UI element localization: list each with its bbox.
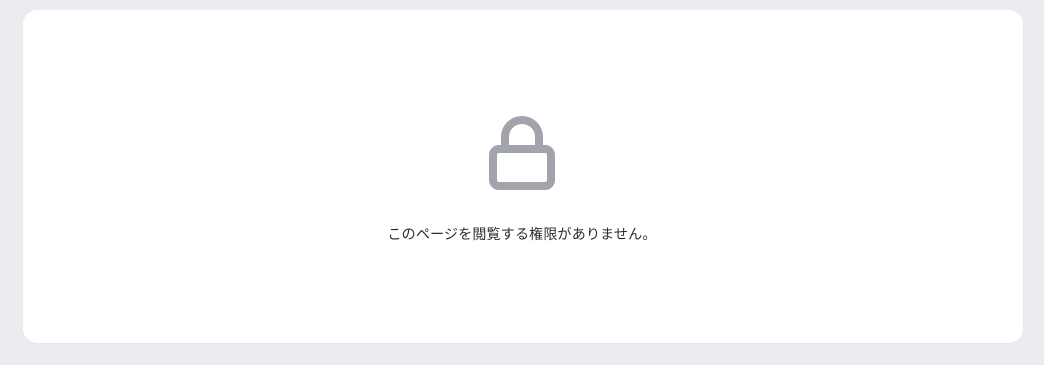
permission-message: このページを閲覧する権限がありません。 [387,227,657,243]
lock-icon [489,116,555,190]
